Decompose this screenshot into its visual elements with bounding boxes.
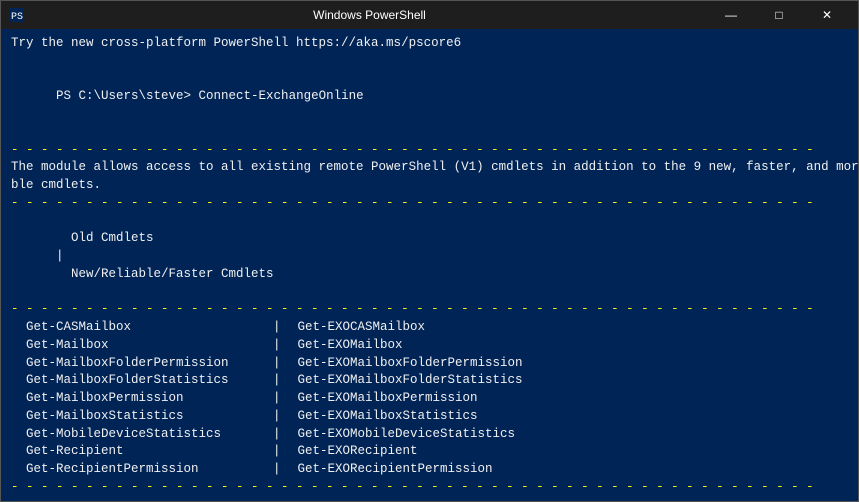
table-row: Get-MobileDeviceStatistics | Get-EXOMobi… bbox=[11, 426, 848, 444]
app-icon: PS bbox=[9, 7, 25, 23]
blank-3 bbox=[11, 497, 848, 502]
row2-left: Get-Mailbox bbox=[11, 337, 271, 355]
row1-left: Get-CASMailbox bbox=[11, 319, 271, 337]
row3-left: Get-MailboxFolderPermission bbox=[11, 355, 271, 373]
row7-right: Get-EXOMobileDeviceStatistics bbox=[283, 426, 516, 444]
dashes-2: - - - - - - - - - - - - - - - - - - - - … bbox=[11, 195, 848, 213]
row5-sep: | bbox=[273, 390, 281, 408]
row2-sep: | bbox=[273, 337, 281, 355]
svg-text:PS: PS bbox=[11, 12, 23, 22]
dashes-4: - - - - - - - - - - - - - - - - - - - - … bbox=[11, 479, 848, 497]
table-row: Get-MailboxStatistics | Get-EXOMailboxSt… bbox=[11, 408, 848, 426]
table-row: Get-Recipient | Get-EXORecipient bbox=[11, 443, 848, 461]
dashes-top: - - - - - - - - - - - - - - - - - - - - … bbox=[11, 142, 848, 160]
row1-sep: | bbox=[273, 319, 281, 337]
row5-right: Get-EXOMailboxPermission bbox=[283, 390, 478, 408]
row7-left: Get-MobileDeviceStatistics bbox=[11, 426, 271, 444]
row8-right: Get-EXORecipient bbox=[283, 443, 418, 461]
row9-right: Get-EXORecipientPermission bbox=[283, 461, 493, 479]
maximize-button[interactable]: □ bbox=[756, 1, 802, 29]
row1-right: Get-EXOCASMailbox bbox=[283, 319, 426, 337]
col-header-left: Old Cmdlets bbox=[56, 231, 326, 245]
row6-right: Get-EXOMailboxStatistics bbox=[283, 408, 478, 426]
row2-right: Get-EXOMailbox bbox=[283, 337, 403, 355]
row8-sep: | bbox=[273, 443, 281, 461]
row6-sep: | bbox=[273, 408, 281, 426]
desc-line-1: The module allows access to all existing… bbox=[11, 159, 848, 177]
close-button[interactable]: ✕ bbox=[804, 1, 850, 29]
cmd-connect: Connect-ExchangeOnline bbox=[191, 89, 364, 103]
table-row: Get-CASMailbox | Get-EXOCASMailbox bbox=[11, 319, 848, 337]
table-row: Get-MailboxFolderStatistics | Get-EXOMai… bbox=[11, 372, 848, 390]
col-header-right: New/Reliable/Faster Cmdlets bbox=[56, 267, 274, 281]
info-line-1: Try the new cross-platform PowerShell ht… bbox=[11, 35, 848, 53]
terminal-body[interactable]: Try the new cross-platform PowerShell ht… bbox=[1, 29, 858, 501]
table-row: Get-Mailbox | Get-EXOMailbox bbox=[11, 337, 848, 355]
window-title: Windows PowerShell bbox=[31, 8, 708, 22]
row4-sep: | bbox=[273, 372, 281, 390]
desc-line-2: ble cmdlets. bbox=[11, 177, 848, 195]
row4-right: Get-EXOMailboxFolderStatistics bbox=[283, 372, 523, 390]
row5-left: Get-MailboxPermission bbox=[11, 390, 271, 408]
row3-sep: | bbox=[273, 355, 281, 373]
window-controls: — □ ✕ bbox=[708, 1, 850, 29]
table-row: Get-RecipientPermission | Get-EXORecipie… bbox=[11, 461, 848, 479]
prompt-line-1: PS C:\Users\steve> Connect-ExchangeOnlin… bbox=[11, 71, 848, 124]
row8-left: Get-Recipient bbox=[11, 443, 271, 461]
table-row: Get-MailboxPermission | Get-EXOMailboxPe… bbox=[11, 390, 848, 408]
dashes-3: - - - - - - - - - - - - - - - - - - - - … bbox=[11, 301, 848, 319]
table-row: Get-MailboxFolderPermission | Get-EXOMai… bbox=[11, 355, 848, 373]
minimize-button[interactable]: — bbox=[708, 1, 754, 29]
row6-left: Get-MailboxStatistics bbox=[11, 408, 271, 426]
col-sep-header: | bbox=[56, 249, 64, 263]
row7-sep: | bbox=[273, 426, 281, 444]
prompt-1: PS C:\Users\steve> bbox=[56, 89, 191, 103]
titlebar: PS Windows PowerShell — □ ✕ bbox=[1, 1, 858, 29]
row4-left: Get-MailboxFolderStatistics bbox=[11, 372, 271, 390]
table-header: Old Cmdlets | New/Reliable/Faster Cmdlet… bbox=[11, 213, 848, 302]
row9-left: Get-RecipientPermission bbox=[11, 461, 271, 479]
powershell-window: PS Windows PowerShell — □ ✕ Try the new … bbox=[0, 0, 859, 502]
blank-1 bbox=[11, 53, 848, 71]
blank-2 bbox=[11, 124, 848, 142]
row9-sep: | bbox=[273, 461, 281, 479]
row3-right: Get-EXOMailboxFolderPermission bbox=[283, 355, 523, 373]
